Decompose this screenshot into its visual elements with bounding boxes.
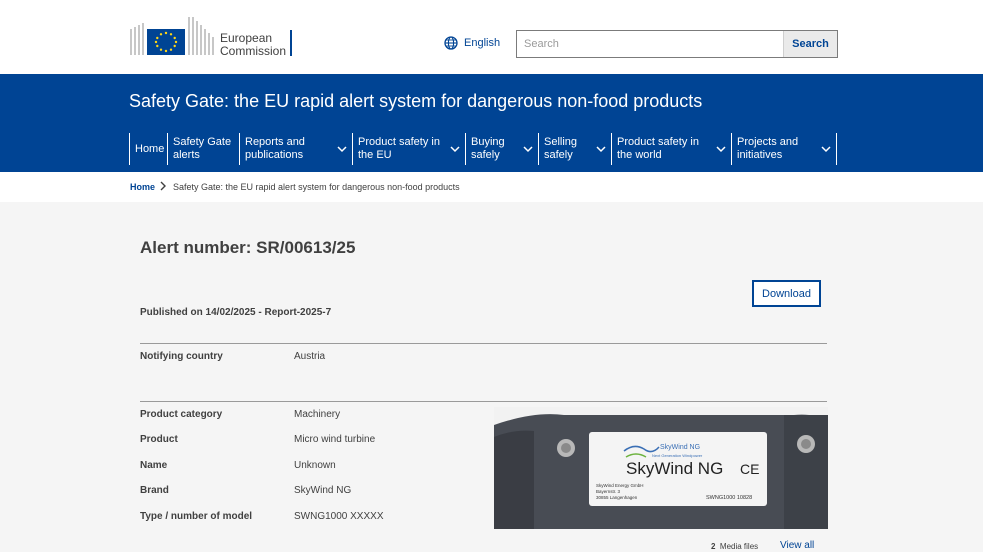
plate-company: SkyWind Energy GmbH: [596, 483, 644, 488]
product-category-value: Machinery: [294, 409, 341, 420]
plate-city: 30855 Langenhagen: [596, 495, 638, 500]
nav-item-label: Home: [135, 142, 165, 155]
top-bar: European Commission English Search: [0, 0, 983, 74]
name-value: Unknown: [294, 460, 336, 471]
chevron-down-icon: [450, 146, 460, 153]
nav-item-label: publications: [245, 149, 304, 161]
model-label: Type / number of model: [140, 511, 253, 522]
nav-item-home[interactable]: Home: [129, 133, 167, 165]
european-commission-logo[interactable]: European Commission: [129, 13, 299, 59]
nav-item-safety-gate-alerts[interactable]: Safety Gate alerts: [167, 133, 239, 165]
name-label: Name: [140, 460, 168, 471]
nav-item-label: safely: [544, 149, 573, 161]
nav-item-label: safely: [471, 149, 500, 161]
notifying-country-label: Notifying country: [140, 351, 223, 362]
commission-building-icon: [129, 13, 219, 59]
main-navigation: Home Safety Gate alerts Reports and public…: [129, 133, 837, 165]
product-value: Micro wind turbine: [294, 434, 376, 445]
language-label: English: [464, 37, 501, 49]
chevron-down-icon: [821, 146, 831, 153]
chevron-right-icon: [160, 181, 166, 191]
view-all-link[interactable]: View all: [780, 540, 814, 551]
site-header: Safety Gate: the EU rapid alert system f…: [0, 74, 983, 172]
ce-mark: CE: [740, 461, 759, 477]
media-count-label: Media files: [719, 542, 759, 551]
nav-item-product-safety-world[interactable]: Product safety in the world: [611, 133, 731, 165]
media-files-count: 2 Media files: [711, 542, 758, 551]
plate-brand-small: SkyWind NG: [660, 444, 700, 451]
divider: [140, 401, 827, 402]
plate-model: SWNG1000 10828: [706, 495, 752, 501]
divider: [140, 343, 827, 344]
product-label: Product: [140, 434, 178, 445]
product-photo[interactable]: SkyWind NG Next Generation Windpower Sky…: [494, 407, 828, 529]
breadcrumb: Home Safety Gate: the EU rapid alert sys…: [0, 172, 983, 202]
nav-item-reports-and-publications[interactable]: Reports and publications: [239, 133, 352, 165]
logo-line-2: Commission: [220, 44, 287, 58]
product-photo-drawing: SkyWind NG Next Generation Windpower Sky…: [494, 407, 828, 529]
nav-item-buying-safely[interactable]: Buying safely: [465, 133, 538, 165]
product-category-label: Product category: [140, 409, 223, 420]
nav-item-label: Product safety in: [358, 136, 440, 148]
search-box: Search: [516, 30, 838, 58]
chevron-down-icon: [523, 146, 533, 153]
nav-item-label: the EU: [358, 149, 392, 161]
logo-divider: [290, 30, 292, 56]
nav-item-selling-safely[interactable]: Selling safely: [538, 133, 611, 165]
media-count-number: 2: [711, 542, 716, 551]
language-selector[interactable]: English: [444, 36, 500, 50]
nav-item-label: Reports and: [245, 136, 305, 148]
nav-item-projects-and-initiatives[interactable]: Projects and initiatives: [731, 133, 837, 165]
breadcrumb-current: Safety Gate: the EU rapid alert system f…: [173, 182, 460, 192]
nav-item-label: the world: [617, 149, 662, 161]
nav-item-label: initiatives: [737, 149, 783, 161]
search-button[interactable]: Search: [783, 31, 837, 57]
nav-item-label: alerts: [173, 149, 200, 161]
nav-item-label: Projects and: [737, 136, 799, 148]
notifying-country-value: Austria: [294, 351, 326, 362]
breadcrumb-home-link[interactable]: Home: [130, 182, 155, 192]
chevron-down-icon: [716, 146, 726, 153]
search-input[interactable]: [517, 31, 783, 57]
brand-label: Brand: [140, 485, 169, 496]
brand-value: SkyWind NG: [294, 485, 352, 496]
nav-item-label: Buying: [471, 136, 505, 148]
nav-item-product-safety-eu[interactable]: Product safety in the EU: [352, 133, 465, 165]
plate-street: Bayernstr. 3: [596, 489, 621, 494]
nav-item-label: Selling: [544, 136, 578, 148]
plate-tagline: Next Generation Windpower: [652, 453, 703, 458]
page-title: Alert number: SR/00613/25: [140, 238, 356, 257]
model-value: SWNG1000 XXXXX: [294, 511, 384, 522]
logo-text: European Commission: [220, 32, 286, 58]
download-button[interactable]: Download: [752, 280, 821, 307]
nav-item-label: Product safety in: [617, 136, 699, 148]
plate-brand: SkyWind NG: [626, 459, 723, 478]
published-info: Published on 14/02/2025 - Report-2025-7: [140, 307, 332, 318]
chevron-down-icon: [596, 146, 606, 153]
nav-item-label: Safety Gate: [173, 136, 232, 148]
chevron-down-icon: [337, 146, 347, 153]
site-title[interactable]: Safety Gate: the EU rapid alert system f…: [129, 91, 702, 112]
globe-icon: [444, 36, 458, 50]
